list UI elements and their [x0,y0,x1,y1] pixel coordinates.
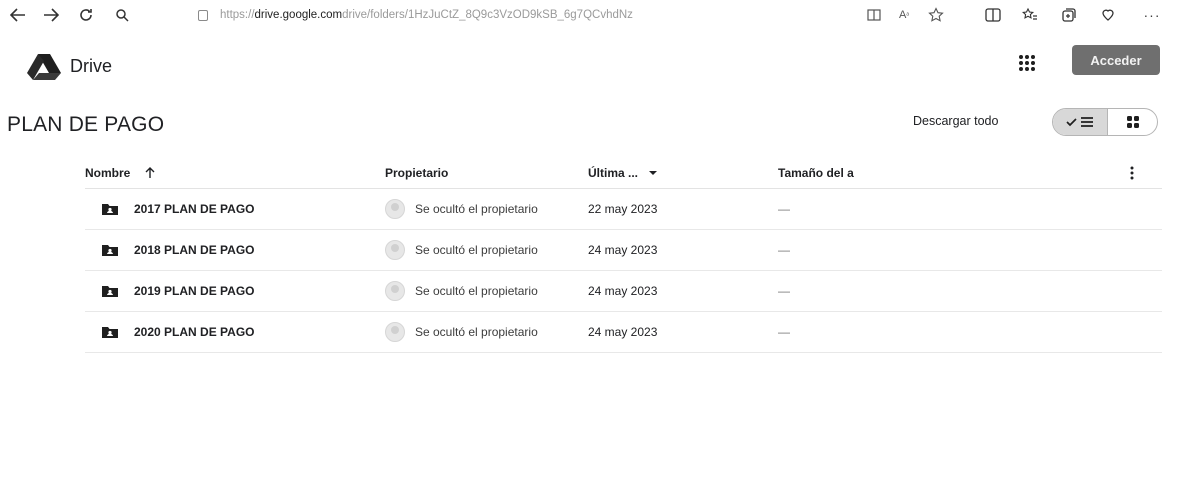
reload-icon[interactable] [76,5,96,25]
grid-view-button[interactable] [1108,109,1157,135]
column-name-label: Nombre [85,166,131,180]
favorites-icon[interactable] [1021,5,1039,25]
search-icon[interactable] [112,5,132,25]
owner-text: Se ocultó el propietario [415,202,538,216]
file-name[interactable]: 2020 PLAN DE PAGO [134,325,254,339]
modified-date: 24 may 2023 [588,243,658,257]
modified-date: 24 may 2023 [588,284,658,298]
table-row[interactable]: 2020 PLAN DE PAGO Se ocultó el propietar… [85,312,1162,353]
column-modified-label: Última ... [588,166,639,180]
file-name[interactable]: 2017 PLAN DE PAGO [134,202,254,216]
shared-folder-icon [102,327,118,338]
download-all-button[interactable]: Descargar todo [913,114,998,128]
sort-ascending-icon[interactable] [144,167,156,179]
apps-grid-icon[interactable] [1016,52,1038,74]
avatar [385,281,405,301]
extensions-icon[interactable] [1099,5,1117,25]
dropdown-arrow-icon[interactable] [648,170,658,176]
avatar [385,199,405,219]
column-header-name[interactable]: Nombre [85,158,156,188]
owner-text: Se ocultó el propietario [415,325,538,339]
lock-icon [198,9,208,21]
url-scheme: https:// [220,9,255,21]
file-name[interactable]: 2018 PLAN DE PAGO [134,243,254,257]
column-header-modified[interactable]: Última ... [588,158,658,188]
url-host: drive.google.com [254,9,343,21]
forward-arrow-icon[interactable] [41,5,61,25]
avatar [385,322,405,342]
column-header-owner[interactable]: Propietario [385,158,448,188]
file-size: — [778,202,790,216]
brand-name[interactable]: Drive [70,56,112,77]
file-name[interactable]: 2019 PLAN DE PAGO [134,284,254,298]
read-aloud-icon[interactable]: Aᵃ [895,5,913,25]
browser-toolbar: https://drive.google.com drive/folders/1… [0,0,1177,30]
file-size: — [778,325,790,339]
table-row[interactable]: 2018 PLAN DE PAGO Se ocultó el propietar… [85,230,1162,271]
collections-icon[interactable] [1060,5,1078,25]
shared-folder-icon [102,286,118,297]
column-header-size[interactable]: Tamaño del a [778,158,854,188]
check-list-icon [1066,117,1093,127]
table-row[interactable]: 2017 PLAN DE PAGO Se ocultó el propietar… [85,189,1162,230]
shared-folder-icon [102,204,118,215]
more-icon[interactable]: ··· [1142,5,1162,25]
file-size: — [778,284,790,298]
page-title: PLAN DE PAGO [7,113,165,136]
column-options-icon[interactable] [1130,158,1134,188]
grid-icon [1126,116,1139,128]
address-bar[interactable]: https://drive.google.com drive/folders/1… [198,4,633,26]
favorite-star-icon[interactable] [927,5,945,25]
list-view-button[interactable] [1053,109,1108,135]
file-table: Nombre Propietario Última ... Tamaño del… [85,158,1162,353]
table-row[interactable]: 2019 PLAN DE PAGO Se ocultó el propietar… [85,271,1162,312]
owner-text: Se ocultó el propietario [415,284,538,298]
split-screen-icon[interactable] [984,5,1002,25]
file-size: — [778,243,790,257]
owner-text: Se ocultó el propietario [415,243,538,257]
modified-date: 24 may 2023 [588,325,658,339]
column-owner-label: Propietario [385,166,449,180]
column-size-label: Tamaño del a [778,166,854,180]
signin-button[interactable]: Acceder [1072,45,1160,75]
reader-icon[interactable] [866,5,882,25]
url-path: drive/folders/1HzJuCtZ_8Q9c3VzOD9kSB_6g7… [342,9,633,21]
table-header: Nombre Propietario Última ... Tamaño del… [85,158,1162,189]
avatar [385,240,405,260]
drive-logo-icon[interactable] [27,54,61,80]
view-toggle [1052,108,1158,136]
modified-date: 22 may 2023 [588,202,658,216]
back-arrow-icon[interactable] [8,5,28,25]
shared-folder-icon [102,245,118,256]
